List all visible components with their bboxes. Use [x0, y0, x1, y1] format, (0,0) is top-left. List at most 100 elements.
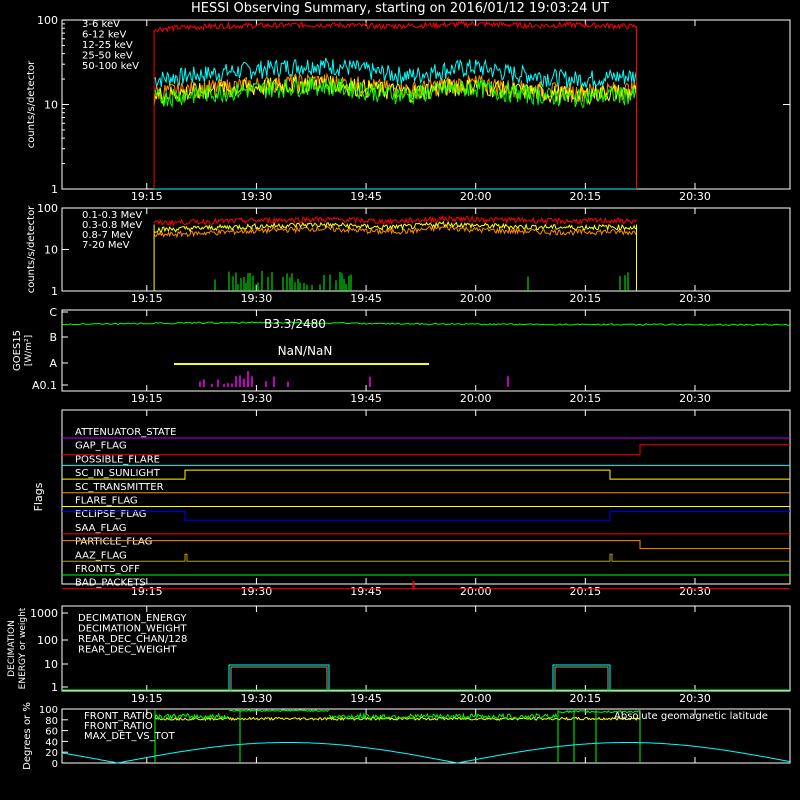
decimation-legend-entry: REAR_DEC_CHAN/128 — [78, 634, 187, 645]
x-tick-label: 20:00 — [460, 692, 492, 705]
x-tick-label: 19:45 — [350, 392, 382, 405]
x-tick-label: 19:30 — [241, 692, 273, 705]
goes-ytick-label: A — [49, 357, 57, 370]
x-tick-label: 20:15 — [569, 585, 601, 598]
obs-summary-figure: HESSI Observing Summary, starting on 201… — [0, 0, 800, 800]
x-tick-label: 20:00 — [460, 292, 492, 305]
decimation-legend-entry: REAR_DEC_WEIGHT — [78, 645, 177, 656]
ratio-geomag-latitude-line — [61, 742, 791, 764]
low-energy-legend-entry: 12-25 keV — [82, 40, 133, 51]
ratio-ytick-label: 100 — [39, 705, 58, 716]
flags-trace — [62, 510, 790, 521]
goes-ylabel: GOES15 — [12, 330, 23, 371]
low-energy-legend-entry: 50-100 keV — [82, 61, 139, 72]
flags-trace — [62, 540, 790, 550]
x-tick-label: 19:45 — [350, 190, 382, 203]
low-energy-legend-entry: 6-12 keV — [82, 30, 126, 41]
low-energy-ytick-label: 100 — [37, 14, 58, 27]
x-tick-label: 20:00 — [460, 392, 492, 405]
x-tick-label: 20:15 — [569, 190, 601, 203]
x-tick-label: 20:00 — [460, 190, 492, 203]
flags-label: SC_IN_SUNLIGHT — [75, 468, 161, 479]
figure-title: HESSI Observing Summary, starting on 201… — [191, 1, 609, 16]
flags-label: SC_TRANSMITTER — [75, 482, 164, 493]
x-tick-label: 19:30 — [241, 585, 273, 598]
flags-label: GAP_FLAG — [75, 441, 127, 452]
flags-label: BAD_PACKETS — [75, 578, 146, 589]
goes-ylabel-unit: [W/m²] — [24, 335, 34, 366]
decimation-rear-weight-block — [230, 666, 328, 691]
low-energy-legend-entry: 3-6 keV — [82, 19, 120, 30]
ratio-legend-entry: Absolute geomagnetic latitude — [614, 711, 768, 722]
high-energy-ytick-label: 10 — [44, 244, 58, 257]
ratio-ytick-label: 0 — [52, 759, 58, 770]
goes-annotation-top: B3.3/2480 — [264, 317, 326, 331]
figure-canvas: HESSI Observing Summary, starting on 201… — [7, 1, 791, 770]
low-energy-series-line — [153, 20, 637, 33]
flags-label: PARTICLE_FLAG — [75, 537, 152, 548]
ratio-front-ratio-green — [154, 712, 229, 721]
high-energy-ylabel: counts/s/detector — [26, 205, 37, 293]
x-tick-label: 20:30 — [679, 392, 711, 405]
x-tick-label: 19:45 — [350, 692, 382, 705]
low-energy-ytick-label: 10 — [44, 99, 58, 112]
x-tick-label: 19:45 — [350, 292, 382, 305]
flags-label: POSSIBLE_FLARE — [75, 454, 160, 465]
flags-ylabel: Flags — [32, 482, 45, 511]
decimation-legend-entry: DECIMATION_ENERGY — [78, 613, 187, 624]
low-energy-ylabel: counts/s/detector — [26, 60, 37, 148]
ratio-ytick-label: 60 — [45, 727, 58, 738]
x-tick-label: 20:15 — [569, 692, 601, 705]
decimation-rear-chan-block — [552, 664, 611, 691]
decimation-ylabel-line1: DECIMATION — [7, 620, 17, 677]
x-tick-label: 19:15 — [131, 392, 163, 405]
flags-label: FRONTS_OFF — [75, 564, 140, 575]
goes-flux-line — [61, 321, 791, 326]
low-energy-series-line — [153, 57, 637, 89]
high-energy-series-line — [153, 214, 637, 227]
x-tick-label: 20:30 — [679, 190, 711, 203]
x-tick-label: 20:30 — [679, 292, 711, 305]
high-energy-legend-entry: 7-20 MeV — [82, 240, 130, 251]
decimation-rear-chan-block — [228, 664, 330, 691]
ratio-legend-entry: MAX_DET_VS_TOT — [84, 731, 176, 742]
panel-2-frame — [61, 309, 791, 392]
x-tick-label: 20:00 — [460, 585, 492, 598]
decimation-ytick-label: 1000 — [30, 607, 58, 620]
x-tick-label: 19:45 — [350, 585, 382, 598]
low-energy-legend-entry: 25-50 keV — [82, 51, 133, 62]
goes-ytick-label: C — [49, 306, 57, 319]
flags-label: ATTENUATOR_STATE — [75, 427, 176, 438]
decimation-legend-entry: DECIMATION_WEIGHT — [78, 624, 187, 635]
decimation-ytick-label: 100 — [37, 634, 58, 647]
x-tick-label: 19:30 — [241, 292, 273, 305]
x-tick-label: 20:30 — [679, 692, 711, 705]
x-tick-label: 19:15 — [131, 190, 163, 203]
x-tick-label: 19:30 — [241, 190, 273, 203]
high-energy-ytick-label: 100 — [37, 202, 58, 215]
ratio-ylabel: Degrees or % — [22, 702, 33, 770]
goes-annotation-bottom: NaN/NaN — [278, 344, 333, 358]
ratio-front-ratio-green — [228, 709, 329, 713]
ratio-ytick-label: 20 — [45, 748, 58, 759]
decimation-ytick-label: 10 — [44, 658, 58, 671]
flags-trace — [62, 553, 790, 562]
x-tick-label: 20:30 — [679, 585, 711, 598]
high-energy-ytick-label: 1 — [51, 285, 58, 298]
x-tick-label: 20:15 — [569, 292, 601, 305]
ratio-ytick-label: 40 — [45, 737, 58, 748]
flags-trace — [62, 469, 790, 480]
flags-trace — [62, 444, 790, 456]
flags-label: AAZ_FLAG — [75, 550, 127, 561]
decimation-ylabel-line2: ENERGY or weight — [18, 607, 28, 689]
flags-label: SAA_FLAG — [75, 523, 126, 534]
goes-ytick-label: B — [49, 331, 57, 344]
x-tick-label: 19:15 — [131, 692, 163, 705]
decimation-rear-weight-block — [554, 666, 609, 691]
decimation-ytick-label: 1 — [51, 681, 58, 694]
x-tick-label: 20:15 — [569, 392, 601, 405]
goes-ytick-label: A0.1 — [32, 379, 57, 392]
x-tick-label: 19:15 — [131, 292, 163, 305]
flags-label: FLARE_FLAG — [75, 496, 138, 507]
x-tick-label: 19:30 — [241, 392, 273, 405]
